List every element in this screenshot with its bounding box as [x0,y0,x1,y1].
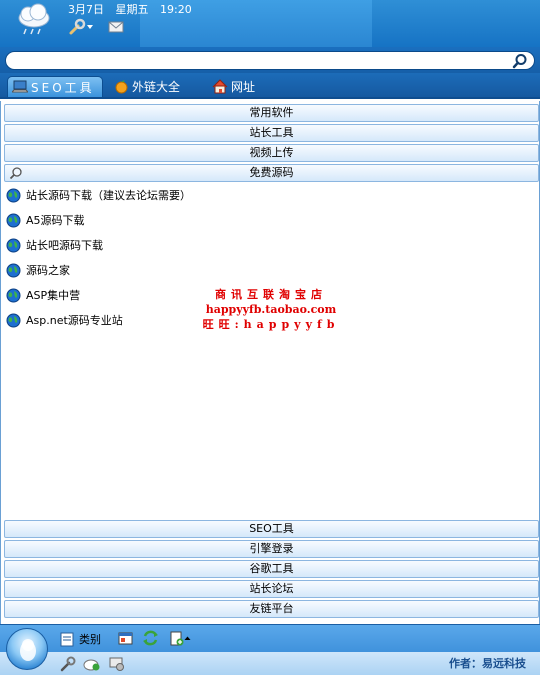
globe-icon [6,288,21,302]
category-seo-tools[interactable]: SEO工具 [4,520,539,538]
window-icon[interactable] [118,631,133,646]
globe-icon [6,313,21,327]
link-label: 源码之家 [26,264,70,277]
globe-icon [6,263,21,277]
category-label: 视频上传 [249,146,294,159]
category-label: 常用软件 [249,106,294,119]
link-label: Asp.net源码专业站 [26,314,123,327]
magnifier-icon [9,167,22,180]
category-label: 站长论坛 [249,582,294,595]
datetime-display: 3月7日 星期五 19:20 [68,1,200,17]
tools-menu-button[interactable] [68,18,96,36]
mail-icon[interactable] [108,20,124,34]
list-item[interactable]: 站长源码下载（建议去论坛需要） [6,185,191,205]
tab-label: 网址 [231,80,256,94]
category-webmaster-tools[interactable]: 站长工具 [4,124,539,142]
globe-icon [6,238,21,252]
search-bar [0,47,540,73]
refresh-icon[interactable] [142,630,159,646]
category-button-label: 类别 [79,633,101,646]
list-item[interactable]: A5源码下载 [6,210,85,230]
category-free-source[interactable]: 免费源码 [4,164,539,182]
monitor-settings-icon[interactable] [109,656,125,672]
globe-icon [6,188,21,202]
link-label: 站长源码下载（建议去论坛需要） [26,189,191,202]
promo-line-url: happyyfb.taobao.com [205,303,337,316]
caret-up-icon [184,636,191,640]
add-page-menu-button[interactable] [170,631,191,646]
list-item[interactable]: Asp.net源码专业站 [6,310,123,330]
search-input[interactable] [5,51,535,70]
category-label: 谷歌工具 [249,562,294,575]
category-video-upload[interactable]: 视频上传 [4,144,539,162]
globe-icon [6,213,21,227]
category-label: 站长工具 [249,126,294,139]
list-item[interactable]: 站长吧源码下载 [6,235,103,255]
link-label: 站长吧源码下载 [26,239,103,252]
weather-cloud-icon[interactable] [14,2,54,36]
orange-icon [115,80,128,94]
category-label: SEO工具 [249,522,294,535]
date-text: 3月7日 [68,3,104,16]
category-label: 免费源码 [249,166,294,179]
tab-seo-tools[interactable]: SEO工具 [7,76,103,97]
chevron-down-icon [87,25,93,29]
tab-websites[interactable]: 网址 [208,76,259,97]
list-item[interactable]: ASP集中营 [6,285,80,305]
footer-bar: 类别 作者：易远科技 [0,624,540,675]
start-orb-button[interactable] [6,628,48,670]
tab-external-links[interactable]: 外链大全 [110,76,184,97]
category-label: 引擎登录 [249,542,294,555]
link-label: A5源码下载 [26,214,85,227]
link-label: ASP集中营 [26,289,81,302]
category-link-exchange[interactable]: 友链平台 [4,600,539,618]
time-text: 19:20 [160,3,192,16]
wrench-icon [69,18,86,35]
qq-penguin-icon [20,639,36,661]
tab-label: 外链大全 [132,80,181,94]
content-panel: 常用软件 站长工具 视频上传 免费源码 站长源码下载（建议去论坛需要） A5源码… [0,101,540,624]
category-label: 友链平台 [249,602,294,615]
document-icon [60,632,74,646]
cloud-add-icon[interactable] [83,656,101,672]
home-icon [212,79,228,94]
promo-line-shop: 商讯互联淘宝店 [215,288,327,301]
tab-label: SEO工具 [31,80,95,95]
header-bar: 3月7日 星期五 19:20 [0,0,540,47]
category-engine-login[interactable]: 引擎登录 [4,540,539,558]
category-common-software[interactable]: 常用软件 [4,104,539,122]
promo-text: 商讯互联淘宝店 happyyfb.taobao.com 旺旺:happyyfb [141,287,401,332]
category-google-tools[interactable]: 谷歌工具 [4,560,539,578]
tab-bar: SEO工具 外链大全 网址 [0,73,540,99]
search-icon[interactable] [512,53,528,69]
list-item[interactable]: 源码之家 [6,260,70,280]
category-webmaster-forum[interactable]: 站长论坛 [4,580,539,598]
laptop-icon [12,80,28,93]
add-page-icon [170,631,184,646]
weekday-text: 星期五 [115,3,149,16]
promo-line-wangwang: 旺旺:happyyfb [202,318,340,331]
category-button[interactable]: 类别 [60,631,101,647]
wrench-icon[interactable] [60,656,76,672]
author-credit: 作者：易远科技 [449,657,526,670]
